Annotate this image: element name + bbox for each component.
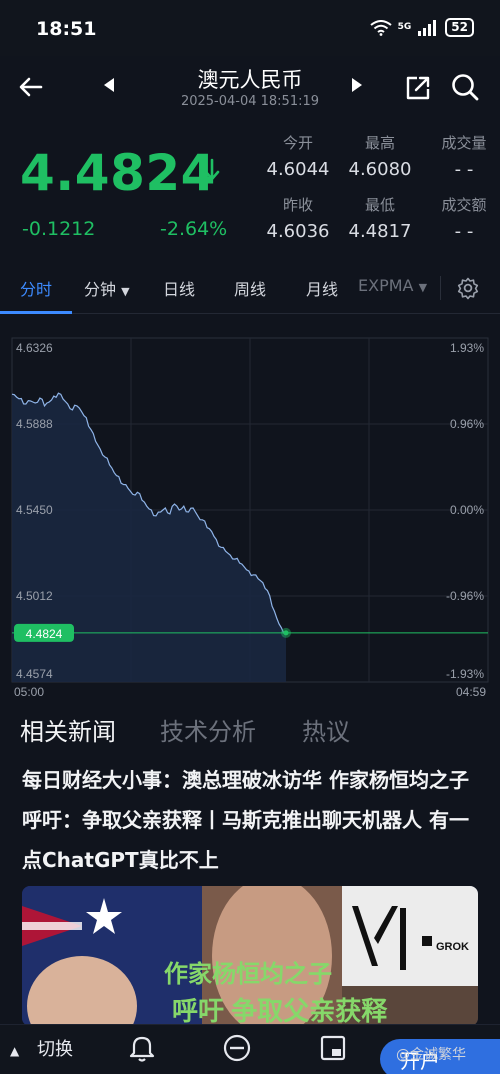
- network-type: 5G: [397, 22, 412, 32]
- stat-value: 4.4817: [348, 221, 412, 242]
- pct-tick-label: 0.00%: [450, 503, 484, 517]
- pct-tick-label: -1.93%: [446, 667, 484, 681]
- search-icon[interactable]: [450, 72, 480, 102]
- tab-technical-analysis[interactable]: 技术分析: [160, 712, 256, 747]
- gear-icon[interactable]: [456, 276, 480, 300]
- tab-discussion[interactable]: 热议: [302, 712, 350, 747]
- news-thumbnail-art: 作家杨恒均之子 呼吁 争取父亲获释 GROK: [22, 886, 478, 1026]
- y-tick-label: 4.5450: [16, 503, 53, 517]
- stat-label: 昨收: [282, 196, 313, 214]
- prev-instrument-icon[interactable]: [104, 78, 116, 92]
- news-tabs: 相关新闻 技术分析 热议: [0, 708, 500, 752]
- tab-minute-label: 分钟: [84, 280, 117, 299]
- bell-icon[interactable]: [128, 1033, 156, 1063]
- news-headline[interactable]: 每日财经大小事：澳总理破冰访华 作家杨恒均之子呼吁：争取父亲获释丨马斯克推出聊天…: [22, 760, 482, 880]
- window-icon[interactable]: [318, 1033, 348, 1063]
- thumbnail-caption-2: 呼吁 争取父亲获释: [172, 996, 388, 1026]
- stat-value: 4.6036: [266, 221, 330, 242]
- nav-header: 澳元人民币 2025-04-04 18:51:19: [0, 56, 500, 120]
- news-thumbnail[interactable]: 作家杨恒均之子 呼吁 争取父亲获释 GROK: [22, 886, 478, 1026]
- stat-value: 4.6080: [348, 159, 412, 180]
- intraday-chart-svg: 4.6326 1.93% 4.5888 0.96% 4.5450 0.00% 4.5012 -…: [11, 337, 489, 699]
- stat-low: 最低 4.4817: [344, 194, 416, 242]
- y-tick-label: 4.4574: [16, 667, 53, 681]
- tab-intraday[interactable]: 分时: [20, 276, 52, 300]
- status-time: 18:51: [36, 18, 97, 40]
- stat-value: 4.6044: [266, 159, 330, 180]
- chart-period-tabs: 分时 分钟 ▼ 日线 周线 月线 EXPMA ▼: [0, 262, 500, 314]
- stat-label: 最低: [364, 196, 395, 214]
- tab-monthly[interactable]: 月线: [306, 276, 338, 300]
- triangle-up-icon: ▲: [10, 1044, 20, 1058]
- tab-daily[interactable]: 日线: [163, 276, 195, 300]
- stat-high: 最高 4.6080: [344, 132, 416, 180]
- page-timestamp: 2025-04-04 18:51:19: [180, 94, 320, 109]
- tab-expma[interactable]: EXPMA ▼: [358, 276, 427, 295]
- signal-icon: [418, 19, 437, 36]
- price-change-percent: -2.64%: [160, 218, 228, 240]
- y-tick-label: 4.6326: [16, 341, 53, 355]
- x-end-label: 04:59: [456, 685, 486, 699]
- stat-open: 今开 4.6044: [262, 132, 334, 180]
- stat-label: 最高: [364, 134, 395, 152]
- page-title: 澳元人民币: [197, 68, 303, 92]
- y-tick-label: 4.5012: [16, 589, 53, 603]
- switch-label: 切换: [36, 1039, 73, 1060]
- current-price-dot: [283, 630, 289, 636]
- dropdown-caret-icon: ▼: [121, 285, 130, 298]
- tab-divider: [440, 276, 441, 300]
- stat-volume: 成交量 - -: [430, 132, 498, 180]
- share-icon[interactable]: [404, 74, 432, 102]
- thumbnail-brand: GROK: [436, 941, 469, 953]
- pct-tick-label: 0.96%: [450, 417, 484, 431]
- stat-turnover: 成交额 - -: [430, 194, 498, 242]
- stat-value: - -: [454, 221, 474, 242]
- stat-value: - -: [454, 159, 474, 180]
- current-price: 4.4824: [20, 144, 216, 202]
- stat-label: 成交额: [441, 196, 487, 214]
- active-tab-indicator: [0, 311, 72, 314]
- tab-weekly[interactable]: 周线: [234, 276, 266, 300]
- battery-indicator: 52: [445, 18, 474, 37]
- back-arrow-icon[interactable]: [16, 72, 46, 102]
- tab-minute[interactable]: 分钟 ▼: [84, 276, 130, 300]
- price-change: -0.1212: [22, 218, 96, 240]
- switch-button[interactable]: ▲ 切换: [10, 1035, 73, 1061]
- current-price-badge-label: 4.4824: [26, 627, 63, 641]
- dropdown-caret-icon: ▼: [418, 281, 428, 294]
- status-icons: 5G 52: [370, 18, 474, 37]
- tab-related-news[interactable]: 相关新闻: [20, 712, 116, 747]
- down-arrow-icon: [204, 158, 220, 181]
- watermark: @金诚繁华: [396, 1047, 466, 1063]
- status-bar: 18:51 5G 52: [0, 0, 500, 56]
- intraday-chart[interactable]: 4.6326 1.93% 4.5888 0.96% 4.5450 0.00% 4.5012 -…: [0, 330, 500, 700]
- x-start-label: 05:00: [14, 685, 44, 699]
- wifi-icon: [370, 19, 392, 36]
- quote-panel: 4.4824 -0.1212 -2.64% 今开 4.6044 最高 4.608…: [0, 128, 500, 250]
- y-tick-label: 4.5888: [16, 417, 53, 431]
- tab-expma-label: EXPMA: [358, 276, 414, 295]
- thumbnail-caption-1: 作家杨恒均之子: [164, 960, 332, 988]
- stat-prev-close: 昨收 4.6036: [262, 194, 334, 242]
- next-instrument-icon[interactable]: [350, 78, 362, 92]
- stat-label: 今开: [282, 134, 313, 152]
- stat-label: 成交量: [441, 134, 487, 152]
- pct-tick-label: 1.93%: [450, 341, 484, 355]
- pct-tick-label: -0.96%: [446, 589, 484, 603]
- minus-circle-icon[interactable]: [222, 1033, 252, 1063]
